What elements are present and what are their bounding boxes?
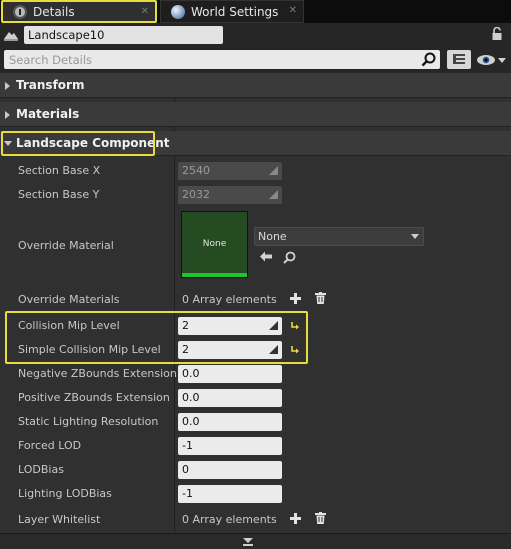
tab-details-label: Details (33, 4, 75, 19)
tab-world-settings-label: World Settings (191, 4, 279, 19)
tab-details[interactable]: Details ✕ (1, 0, 157, 23)
override-materials-count: 0 Array elements (182, 293, 277, 306)
positive-zbounds-label: Positive ZBounds Extension (18, 391, 170, 404)
lod-bias-label: LODBias (18, 463, 64, 476)
section-base-y-field: 2032 (178, 186, 282, 204)
combo-value: None (258, 230, 287, 243)
category-landscape-component[interactable]: Landscape Component (0, 131, 511, 156)
thumbnail-label: None (202, 239, 227, 249)
collision-mip-level-label: Collision Mip Level (18, 319, 120, 332)
object-name-field[interactable]: Landscape10 (24, 26, 223, 44)
lighting-lod-bias-value: -1 (182, 487, 193, 500)
section-base-x-field: 2540 (178, 162, 282, 180)
use-selected-arrow-icon[interactable] (260, 251, 272, 262)
negative-zbounds-label: Negative ZBounds Extension (18, 367, 177, 380)
static-lighting-resolution-field[interactable]: 0.0 (178, 413, 282, 431)
static-lighting-resolution-label: Static Lighting Resolution (18, 415, 159, 428)
browse-search-icon[interactable] (283, 251, 296, 264)
layer-whitelist-label: Layer Whitelist (18, 513, 101, 526)
simple-collision-mip-level-field[interactable]: 2 (178, 341, 282, 359)
collision-mip-level-value: 2 (182, 319, 189, 332)
negative-zbounds-value: 0.0 (182, 367, 200, 380)
expand-arrow-icon (5, 111, 10, 119)
static-lighting-resolution-value: 0.0 (182, 415, 200, 428)
category-transform[interactable]: Transform (0, 73, 511, 98)
category-materials[interactable]: Materials (0, 102, 511, 127)
drag-handle-icon (269, 345, 278, 354)
lod-bias-value: 0 (182, 463, 189, 476)
search-icon[interactable] (421, 52, 436, 67)
eye-icon (477, 55, 506, 65)
lighting-lod-bias-field[interactable]: -1 (178, 485, 282, 503)
add-element-icon[interactable] (290, 293, 301, 304)
forced-lod-label: Forced LOD (18, 439, 82, 452)
expand-arrow-icon (5, 82, 10, 90)
thumbnail-color-bar (182, 273, 247, 277)
section-base-y-value: 2032 (182, 188, 210, 201)
trash-icon[interactable] (315, 512, 326, 524)
simple-collision-mip-level-label: Simple Collision Mip Level (18, 343, 161, 356)
chevron-down-icon (411, 234, 419, 239)
search-input[interactable] (4, 50, 414, 69)
positive-zbounds-field[interactable]: 0.0 (178, 389, 282, 407)
lock-icon[interactable] (491, 27, 503, 41)
trash-icon[interactable] (315, 292, 326, 304)
category-label: Transform (16, 78, 85, 92)
property-matrix-button[interactable] (447, 50, 471, 69)
chevron-down-icon (243, 538, 253, 546)
close-icon[interactable]: ✕ (141, 6, 149, 17)
negative-zbounds-field[interactable]: 0.0 (178, 365, 282, 383)
reset-to-default-icon[interactable] (290, 321, 300, 331)
search-box (4, 50, 440, 69)
table-icon (453, 54, 465, 64)
search-row (0, 48, 511, 70)
lighting-lod-bias-label: Lighting LODBias (18, 487, 112, 500)
layer-whitelist-count: 0 Array elements (182, 513, 277, 526)
highlight-box (1, 131, 155, 156)
reset-to-default-icon[interactable] (290, 345, 300, 355)
info-icon (13, 4, 27, 19)
drag-handle-icon (269, 166, 278, 175)
lod-bias-field[interactable]: 0 (178, 461, 282, 479)
override-materials-label: Override Materials (18, 293, 120, 306)
tab-world-settings[interactable]: World Settings ✕ (160, 0, 304, 23)
drag-handle-icon (269, 321, 278, 330)
globe-icon (171, 4, 185, 19)
advanced-expander[interactable] (0, 533, 511, 549)
drag-handle-icon (269, 190, 278, 199)
object-name-row: Landscape10 (0, 25, 511, 46)
view-options-button[interactable] (476, 52, 508, 68)
positive-zbounds-value: 0.0 (182, 391, 200, 404)
landscape-icon (4, 32, 18, 41)
simple-collision-mip-level-value: 2 (182, 343, 189, 356)
section-base-x-label: Section Base X (18, 164, 101, 177)
category-label: Materials (16, 107, 80, 121)
add-element-icon[interactable] (290, 513, 301, 524)
override-material-label: Override Material (18, 239, 114, 252)
tab-bar: Details ✕ World Settings ✕ (0, 0, 511, 23)
forced-lod-value: -1 (182, 439, 193, 452)
section-base-x-value: 2540 (182, 164, 210, 177)
section-base-y-label: Section Base Y (18, 188, 100, 201)
details-panel: Transform Materials Landscape Component … (0, 73, 511, 549)
close-icon[interactable]: ✕ (289, 5, 297, 16)
material-thumbnail[interactable]: None (181, 211, 248, 278)
override-material-combo[interactable]: None (254, 227, 424, 246)
forced-lod-field[interactable]: -1 (178, 437, 282, 455)
collision-mip-level-field[interactable]: 2 (178, 317, 282, 335)
